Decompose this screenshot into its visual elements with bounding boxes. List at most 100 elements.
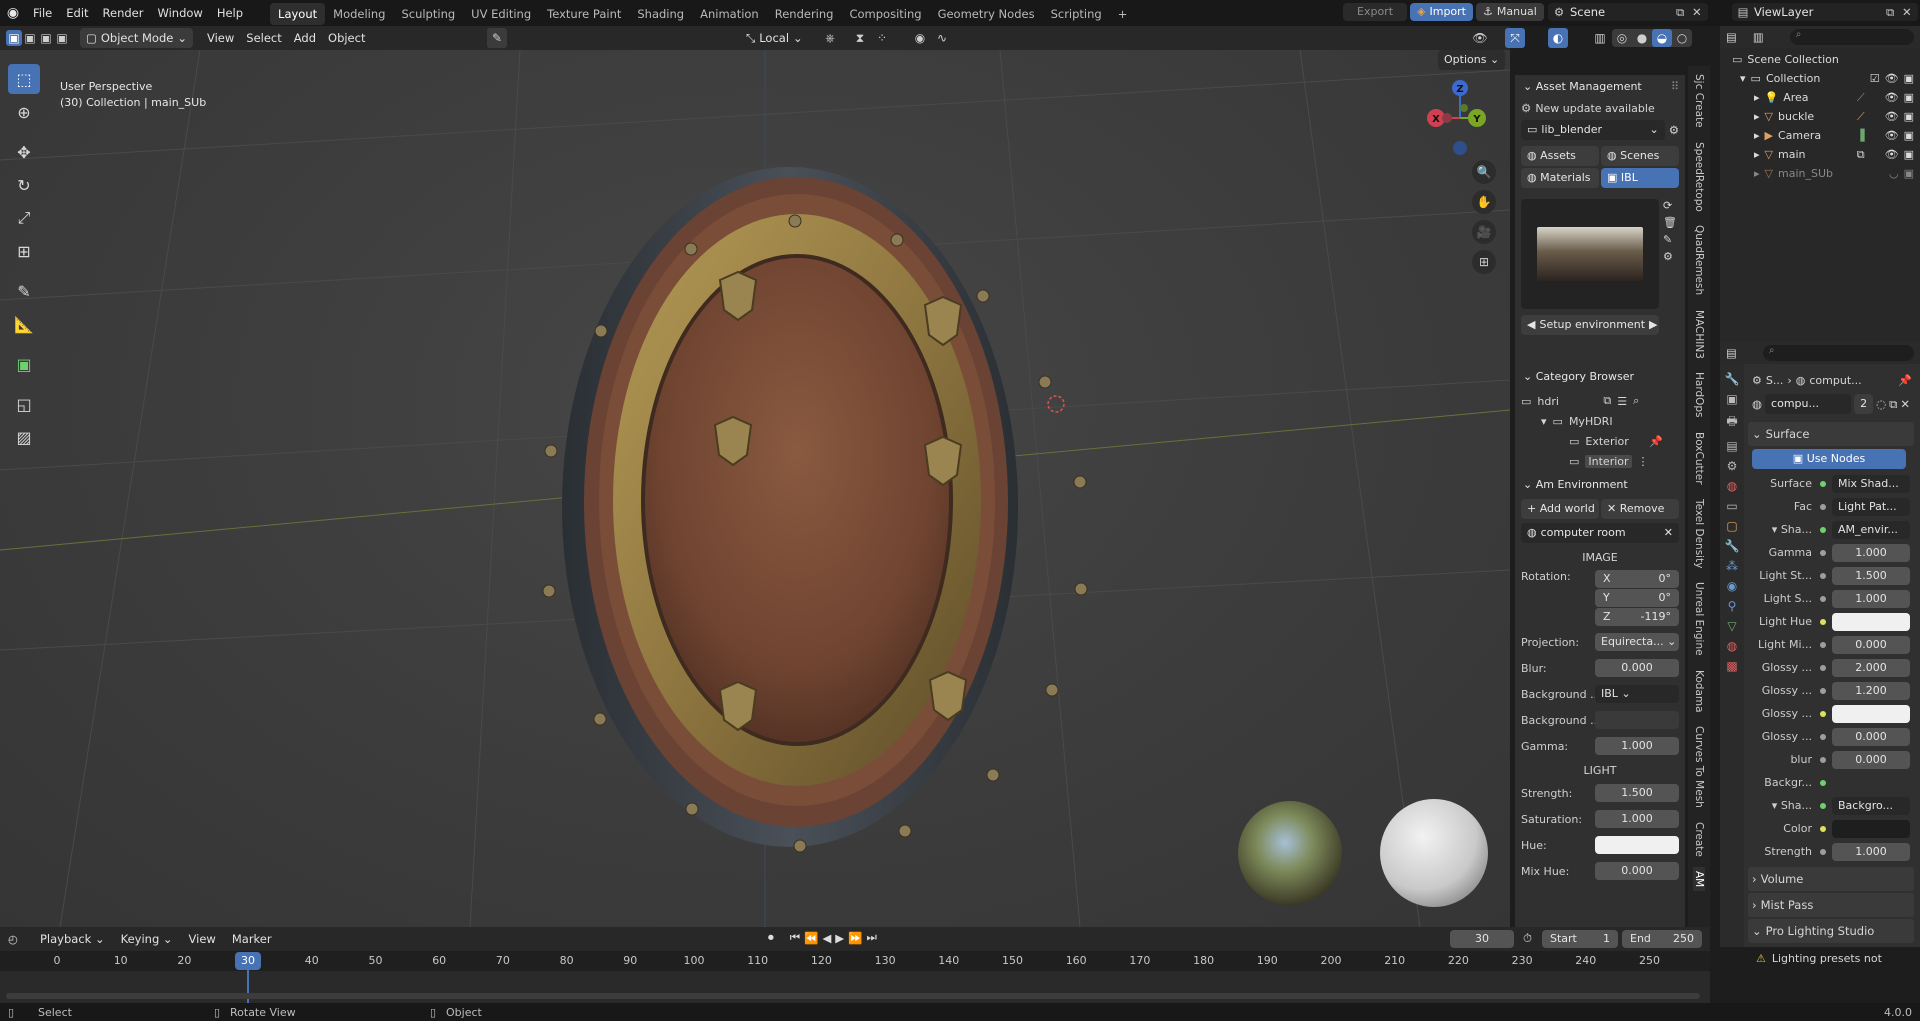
selection-subtract-icon[interactable]: ▣ [38, 28, 54, 48]
vtab-speedretopo[interactable]: SpeedRetopo [1693, 138, 1705, 216]
camera-render-icon[interactable]: ▣ [1904, 164, 1920, 183]
move-tool-icon[interactable]: ✥ [8, 137, 40, 167]
vtab-sjc-create[interactable]: Sjc Create [1693, 70, 1705, 132]
am-environment-header[interactable]: ⌄ Am Environment [1515, 473, 1685, 497]
prop-row-gamma[interactable]: Gamma 1.000 [1748, 541, 1920, 564]
vtab-create[interactable]: Create [1693, 818, 1705, 861]
rotation-y-field[interactable]: Y 0° [1595, 589, 1679, 607]
editor-type-icon[interactable]: ▤ [1726, 346, 1737, 360]
world-tab-icon[interactable]: ◍ [1727, 479, 1737, 493]
tab-uv-editing[interactable]: UV Editing [463, 3, 539, 25]
category-browser-header[interactable]: ⌄ Category Browser [1515, 365, 1685, 389]
menu-marker[interactable]: Marker [226, 929, 278, 949]
playhead[interactable]: 30 [235, 952, 261, 970]
mixhue-field[interactable]: 0.000 [1595, 862, 1679, 880]
end-frame-field[interactable]: End 250 [1622, 930, 1702, 948]
prop-row-light-hue[interactable]: Light Hue [1748, 610, 1920, 633]
timeline-ruler[interactable]: 0 10 20 30 40 50 60 70 80 90 100 110 120 130 140 150 160… [0, 951, 1710, 1003]
refresh-icon[interactable]: ⟳ [1663, 199, 1677, 212]
category-myhdri[interactable]: ▾ ▭ MyHDRI [1521, 411, 1679, 431]
vtab-machin3[interactable]: MACHIN3 [1693, 306, 1705, 363]
saturation-field[interactable]: 1.000 [1595, 810, 1679, 828]
pivot-icon[interactable]: ⎈ [820, 28, 840, 48]
jump-end-icon[interactable]: ⏭ [866, 930, 876, 945]
shield-model[interactable] [562, 167, 1018, 847]
camera-render-icon[interactable]: ▣ [1904, 126, 1920, 145]
tab-scripting[interactable]: Scripting [1043, 3, 1110, 25]
pro-lighting-panel-header[interactable]: ⌄ Pro Lighting Studio [1748, 919, 1914, 943]
output-tab-icon[interactable]: 🖶 [1726, 412, 1737, 433]
editor-type-icon[interactable]: ◴ [8, 932, 30, 946]
record-icon[interactable]: ⏺ [768, 930, 774, 945]
prop-value[interactable]: AM_envir... [1832, 520, 1910, 539]
zoom-icon[interactable]: 🔍 [1472, 160, 1496, 184]
hue-color-swatch[interactable] [1595, 836, 1679, 854]
mode-selector[interactable]: ▢ Object Mode ⌄ [80, 28, 193, 48]
eye-icon[interactable]: 👁 [1885, 69, 1899, 88]
material-shading-icon[interactable]: ◒ [1652, 29, 1672, 47]
scale-tool-icon[interactable]: ⤢ [8, 203, 40, 233]
hdri-thumbnail[interactable] [1521, 199, 1659, 309]
vtab-unreal-engine[interactable]: Unreal Engine [1693, 578, 1705, 660]
eye-icon[interactable]: 👁 [1885, 126, 1899, 145]
import-button[interactable]: ◈ Import [1410, 3, 1473, 21]
rotate-tool-icon[interactable]: ↻ [8, 170, 40, 200]
scene-collection-row[interactable]: ▭ Scene Collection [1720, 50, 1920, 69]
menu-help[interactable]: Help [210, 0, 250, 26]
prop-value[interactable]: 1.500 [1832, 566, 1910, 585]
menu-window[interactable]: Window [150, 0, 209, 26]
prop-row-blur[interactable]: blur 0.000 [1748, 748, 1920, 771]
tab-sculpting[interactable]: Sculpting [393, 3, 463, 25]
scene-tab-icon[interactable]: ⚙ [1727, 459, 1738, 473]
menu-view[interactable]: View [201, 28, 240, 48]
3d-cursor[interactable] [1047, 395, 1065, 413]
camera-render-icon[interactable]: ▣ [1904, 107, 1920, 126]
vtab-am[interactable]: AM [1693, 866, 1705, 892]
prop-value[interactable]: 1.000 [1832, 589, 1910, 608]
render-tab-icon[interactable]: ▣ [1726, 392, 1737, 406]
prop-value[interactable] [1832, 774, 1910, 792]
unlink-icon[interactable]: ✕ [1900, 397, 1916, 411]
measure-tool-icon[interactable]: 📐 [8, 309, 40, 339]
add-workspace-button[interactable]: + [1110, 3, 1136, 25]
visibility-icon[interactable]: 👁 [1470, 28, 1490, 48]
proportional-edit-icon[interactable]: ◉ [910, 28, 930, 48]
prop-row-glossy-4[interactable]: Glossy ... 0.000 [1748, 725, 1920, 748]
vtab-kodama[interactable]: Kodama [1693, 666, 1705, 717]
delete-scene-icon[interactable]: ✕ [1692, 5, 1708, 19]
world-selector[interactable]: ◍ computer room ✕ [1521, 523, 1679, 543]
wireframe-shading-icon[interactable]: ◎ [1612, 29, 1632, 47]
prop-row-fac[interactable]: Fac Light Pat... [1748, 495, 1920, 518]
prop-row-shader[interactable]: ▾ Sha... AM_envir... [1748, 518, 1920, 541]
camera-render-icon[interactable]: ▣ [1904, 145, 1920, 164]
vtab-texel-density[interactable]: Texel Density [1693, 495, 1705, 572]
light-hue-swatch[interactable] [1832, 612, 1910, 631]
strength-field[interactable]: 1.500 [1595, 784, 1679, 802]
new-scene-icon[interactable]: ⧉ [1676, 5, 1692, 20]
prop-row-light-saturation[interactable]: Light S... 1.000 [1748, 587, 1920, 610]
menu-edit[interactable]: Edit [59, 0, 95, 26]
particles-tab-icon[interactable]: ⁂ [1726, 559, 1738, 573]
color-swatch[interactable] [1832, 819, 1910, 838]
remove-button[interactable]: ✕ Remove [1601, 499, 1679, 519]
pan-hand-icon[interactable]: ✋ [1472, 190, 1496, 214]
prop-row-surface[interactable]: Surface Mix Shad... [1748, 472, 1920, 495]
tab-ibl[interactable]: ▣ IBL [1601, 168, 1679, 188]
tab-materials[interactable]: ◍ Materials [1521, 168, 1599, 188]
outliner-item-buckle[interactable]: ▸ ▽ buckle ⟋ 👁 ▣ [1720, 107, 1920, 126]
eye-icon[interactable]: 👁 [1885, 145, 1899, 164]
category-exterior[interactable]: ▭ Exterior 📌 [1521, 431, 1679, 451]
outliner-search-input[interactable]: ⌕ [1789, 29, 1914, 45]
settings-icon[interactable]: ⚙ [1663, 250, 1677, 263]
tab-modeling[interactable]: Modeling [325, 3, 393, 25]
menu-playback[interactable]: Playback ⌄ [34, 929, 111, 949]
prop-row-glossy-2[interactable]: Glossy ... 1.200 [1748, 679, 1920, 702]
category-hdri[interactable]: ▭ hdri ⧉ ☰ ⌕ [1521, 391, 1679, 411]
tab-shading[interactable]: Shading [629, 3, 692, 25]
prop-value[interactable]: 1.200 [1832, 681, 1910, 700]
overlay-toggle-icon[interactable]: ◐ [1548, 28, 1568, 48]
checkbox-icon[interactable]: ☑ [1870, 69, 1880, 88]
play-icon[interactable]: ▶ [835, 931, 844, 945]
vtab-hardops[interactable]: HardOps [1693, 368, 1705, 422]
3d-viewport[interactable]: Z Y X ⬚ ⊕ ✥ ↻ ⤢ ⊞ ✎ 📐 ▣ ◱ ▨ User Perspec… [0, 50, 1510, 927]
